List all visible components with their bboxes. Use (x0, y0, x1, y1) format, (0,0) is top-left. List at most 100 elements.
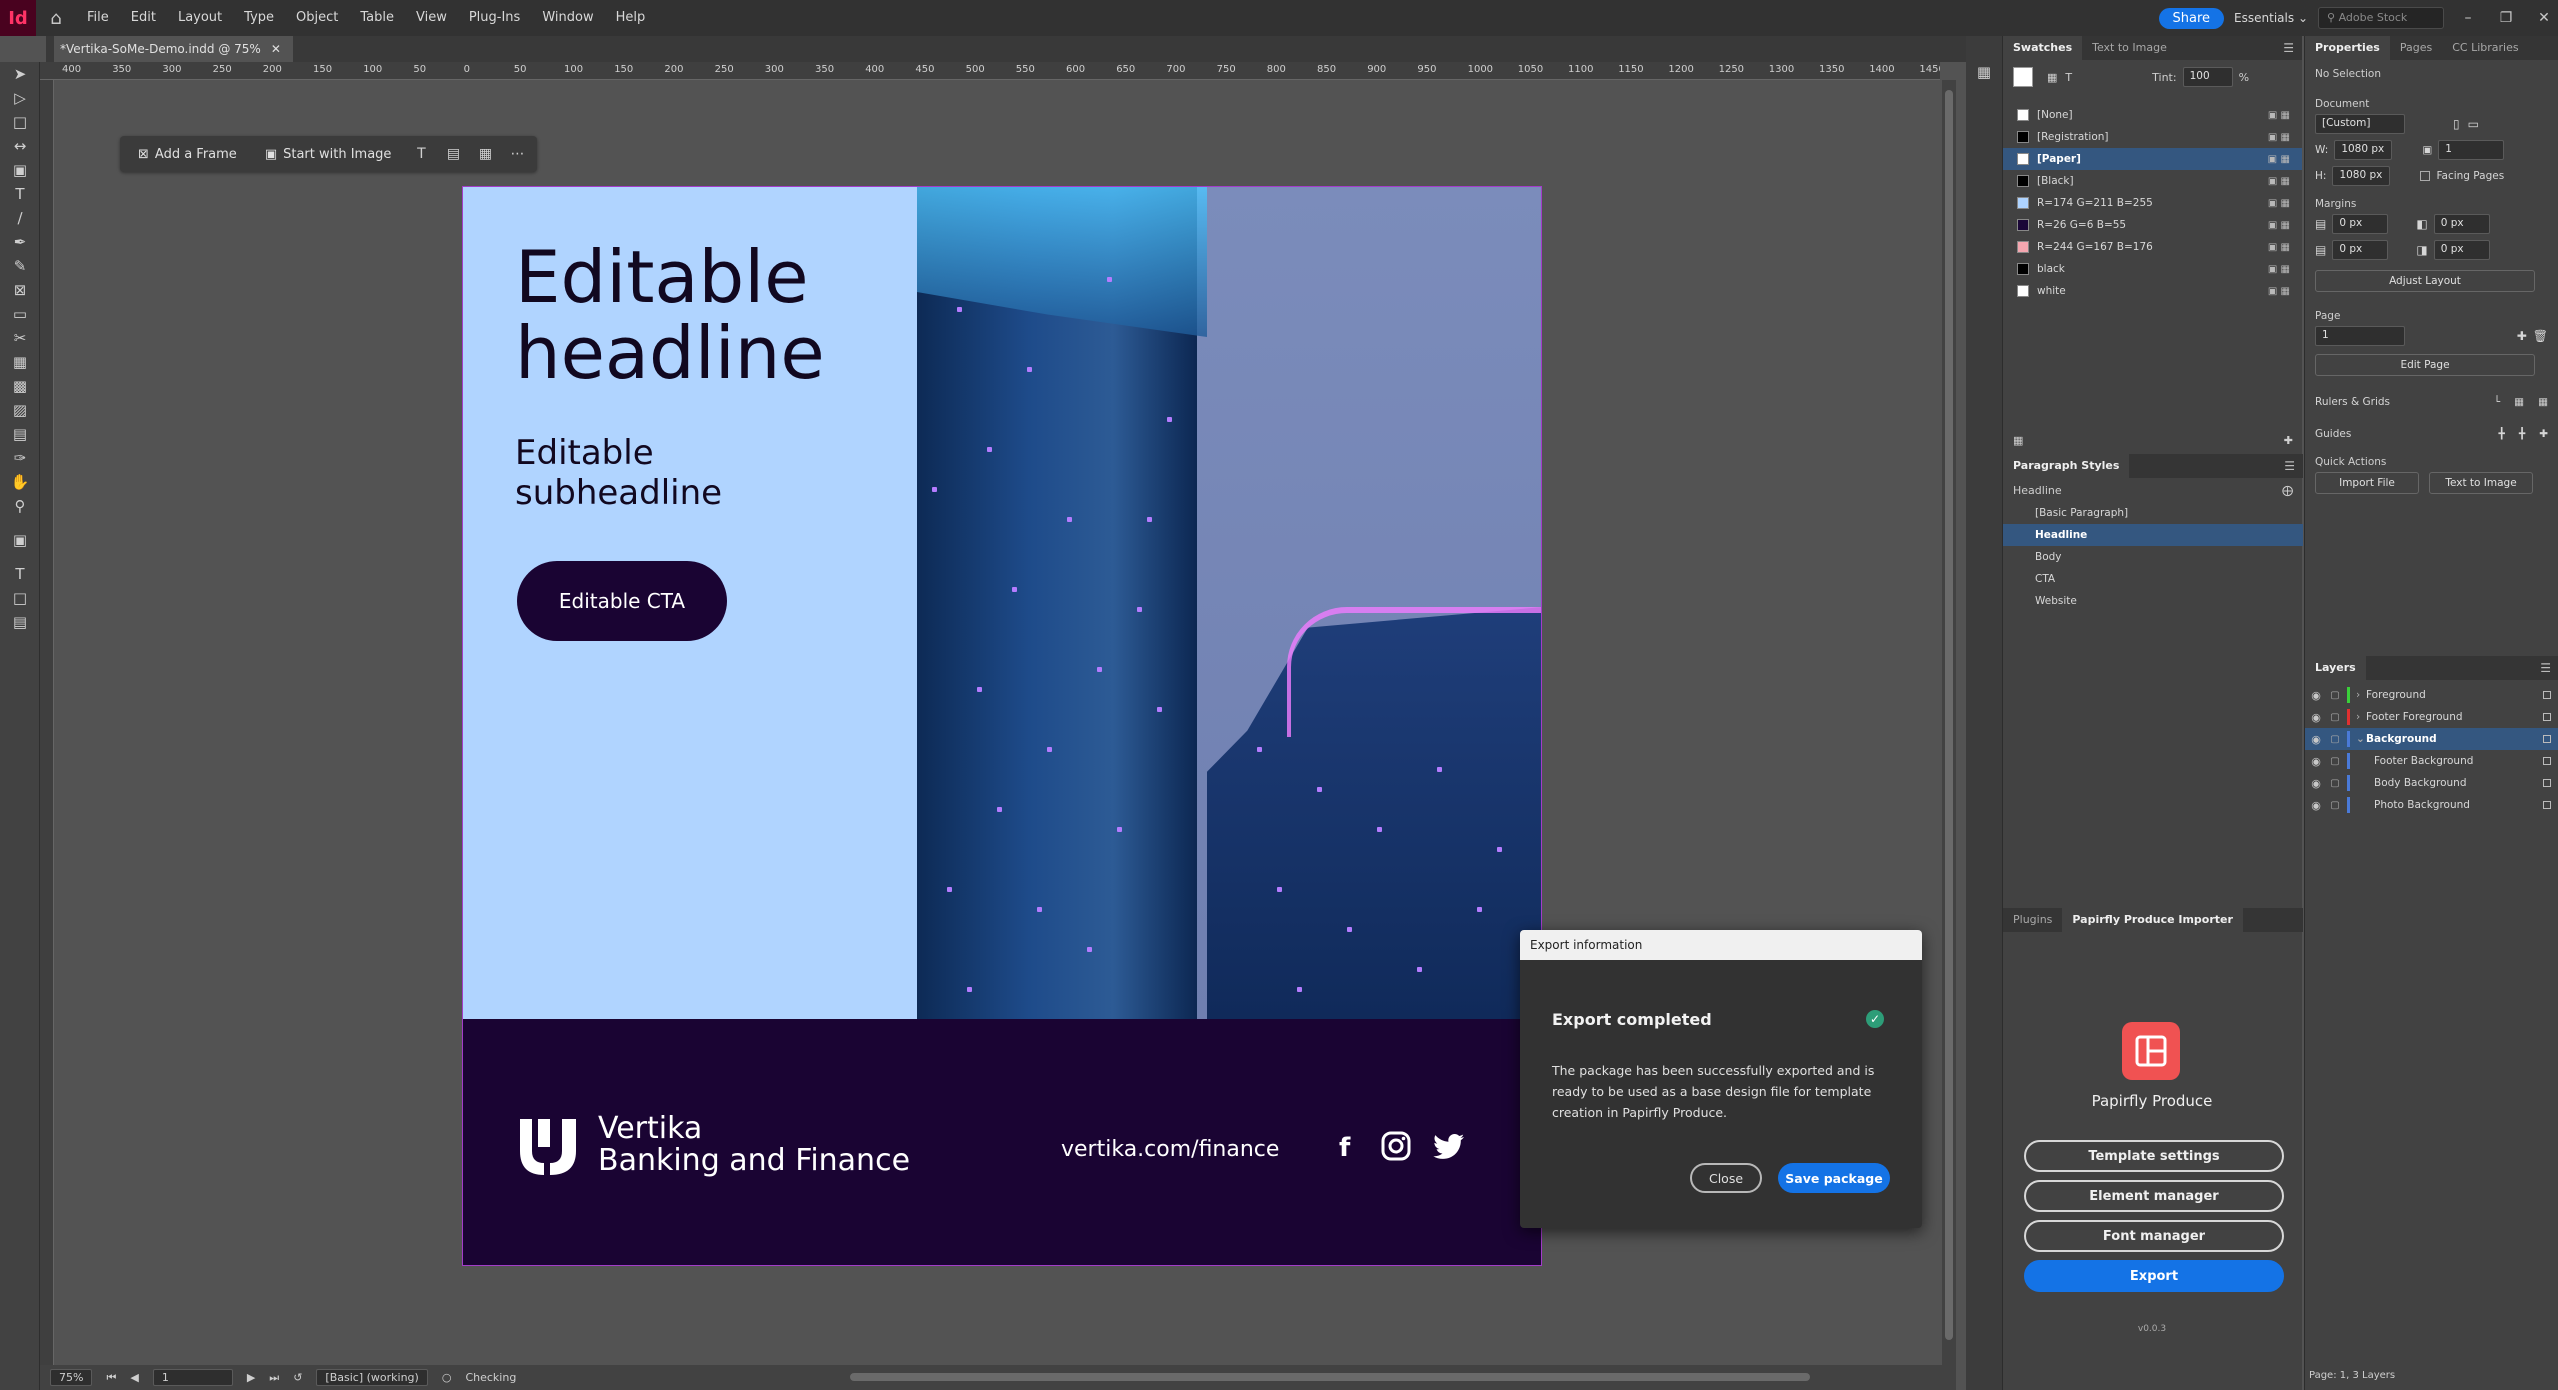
margin-top-field[interactable]: 0 px (2332, 214, 2389, 234)
margin-right-field[interactable]: 0 px (2433, 240, 2490, 260)
subheadline-text-frame[interactable]: Editable subheadline (515, 433, 722, 513)
tab-paragraph-styles[interactable]: Paragraph Styles (2003, 454, 2130, 478)
last-page-icon[interactable]: ⏭ (269, 1371, 279, 1385)
tab-cc-libraries[interactable]: CC Libraries (2442, 36, 2528, 60)
minimize-icon[interactable]: – (2454, 10, 2482, 26)
adjust-layout-button[interactable]: Adjust Layout (2315, 270, 2535, 292)
text-frame-icon[interactable]: T (409, 146, 433, 162)
tint-field[interactable]: 100 (2182, 67, 2233, 87)
tab-papirfly-importer[interactable]: Papirfly Produce Importer (2062, 908, 2243, 932)
swatch-row[interactable]: [Registration] ▣ ▦ (2003, 126, 2302, 148)
baseline-grid-icon[interactable]: ▦ (2514, 396, 2524, 408)
menu-plugins[interactable]: Plug-Ins (458, 0, 531, 36)
first-page-icon[interactable]: ⏮ (106, 1371, 116, 1385)
share-button[interactable]: Share (2158, 7, 2225, 29)
height-field[interactable]: 1080 px (2332, 166, 2391, 186)
page-select[interactable]: 1 (2315, 326, 2405, 346)
rectangle-frame-tool-icon[interactable]: ⊠ (0, 278, 40, 302)
swatch-row[interactable]: [None] ▣ ▦ (2003, 104, 2302, 126)
paragraph-style-item[interactable]: CTA (2003, 568, 2303, 590)
type-tool-icon[interactable]: T (0, 182, 40, 206)
formatting-icon[interactable]: T (0, 562, 40, 586)
line-tool-icon[interactable]: ∕ (0, 206, 40, 230)
hand-tool-icon[interactable]: ✋ (0, 470, 40, 494)
font-manager-button[interactable]: Font manager (2024, 1220, 2284, 1252)
new-style-from-icon[interactable]: ⨁ (2282, 484, 2293, 497)
orientation-landscape-icon[interactable]: ▭ (2468, 117, 2479, 131)
layer-row[interactable]: ◉ ▢ ⌄ Background (2305, 728, 2558, 750)
menu-file[interactable]: File (76, 0, 120, 36)
close-button[interactable]: Close (1690, 1163, 1762, 1193)
more-options-icon[interactable]: ⋯ (505, 146, 529, 162)
screen-mode-icon[interactable]: □ (0, 586, 40, 610)
menu-object[interactable]: Object (285, 0, 349, 36)
visibility-eye-icon[interactable]: ◉ (2305, 777, 2327, 790)
visibility-eye-icon[interactable]: ◉ (2305, 689, 2327, 702)
visibility-eye-icon[interactable]: ◉ (2305, 733, 2327, 746)
layer-row[interactable]: ◉ ▢ Photo Background (2305, 794, 2558, 816)
pen-tool-icon[interactable]: ✒ (0, 230, 40, 254)
content-collector-icon[interactable]: ▣ (0, 158, 40, 182)
menu-window[interactable]: Window (531, 0, 604, 36)
tab-plugins[interactable]: Plugins (2003, 908, 2062, 932)
collapsed-panel-icon[interactable]: ▦ (1966, 60, 2002, 84)
edit-page-button[interactable]: Edit Page (2315, 354, 2535, 376)
panel-menu-icon[interactable]: ☰ (2283, 41, 2294, 55)
visibility-eye-icon[interactable]: ◉ (2305, 799, 2327, 812)
visibility-eye-icon[interactable]: ◉ (2305, 711, 2327, 724)
swatch-row[interactable]: [Paper] ▣ ▦ (2003, 148, 2302, 170)
pencil-tool-icon[interactable]: ✎ (0, 254, 40, 278)
workspace-switcher[interactable]: Essentials ⌄ (2234, 11, 2308, 25)
lock-icon[interactable]: ▢ (2327, 800, 2343, 811)
menu-help[interactable]: Help (605, 0, 657, 36)
swatch-row[interactable]: R=244 G=167 B=176 ▣ ▦ (2003, 236, 2302, 258)
gradient-feather-tool-icon[interactable]: ▨ (0, 398, 40, 422)
smart-guides-icon[interactable]: ╋ (2519, 428, 2525, 440)
open-page-icon[interactable]: ↺ (293, 1371, 302, 1384)
element-manager-button[interactable]: Element manager (2024, 1180, 2284, 1212)
menu-type[interactable]: Type (233, 0, 285, 36)
preflight-status[interactable]: Checking (465, 1371, 516, 1384)
orientation-portrait-icon[interactable]: ▯ (2453, 117, 2460, 131)
home-icon[interactable]: ⌂ (36, 0, 76, 36)
panel-menu-icon[interactable]: ☰ (2284, 459, 2295, 473)
layer-target-icon[interactable] (2543, 757, 2551, 765)
vertical-scrollbar[interactable] (1942, 80, 1956, 1365)
menu-table[interactable]: Table (349, 0, 405, 36)
layer-target-icon[interactable] (2543, 779, 2551, 787)
layer-target-icon[interactable] (2543, 801, 2551, 809)
expand-chevron-icon[interactable]: › (2356, 711, 2366, 723)
new-swatch-icon[interactable]: ✚ (2284, 434, 2293, 447)
view-mode-icon[interactable]: ▤ (0, 610, 40, 634)
template-settings-button[interactable]: Template settings (2024, 1140, 2284, 1172)
document-grid-icon[interactable]: ▦ (2538, 396, 2548, 408)
tab-pages[interactable]: Pages (2390, 36, 2442, 60)
show-kinds-icon[interactable]: ▦ (2013, 434, 2023, 447)
direct-selection-tool-icon[interactable]: ▷ (0, 86, 40, 110)
paragraph-style-item[interactable]: Headline (2003, 524, 2303, 546)
ruler-icon[interactable]: └ (2494, 396, 2500, 408)
swatch-row[interactable]: R=174 G=211 B=255 ▣ ▦ (2003, 192, 2302, 214)
scissors-tool-icon[interactable]: ✂ (0, 326, 40, 350)
tab-properties[interactable]: Properties (2305, 36, 2390, 60)
menu-view[interactable]: View (405, 0, 458, 36)
margin-bottom-field[interactable]: 0 px (2332, 240, 2389, 260)
artboard-page[interactable]: Editable headline Editable subheadline E… (462, 186, 1542, 1266)
layer-target-icon[interactable] (2543, 735, 2551, 743)
selection-tool-icon[interactable]: ➤ (0, 62, 40, 86)
stroke-icon[interactable]: ▦ (2047, 71, 2057, 84)
paragraph-style-item[interactable]: Body (2003, 546, 2303, 568)
swatch-row[interactable]: white ▣ ▦ (2003, 280, 2302, 302)
cta-button-frame[interactable]: Editable CTA (517, 561, 727, 641)
margin-left-field[interactable]: 0 px (2433, 214, 2490, 234)
visibility-eye-icon[interactable]: ◉ (2305, 755, 2327, 768)
layer-row[interactable]: ◉ ▢ Body Background (2305, 772, 2558, 794)
start-with-image-button[interactable]: ▣ Start with Image (255, 143, 402, 166)
fill-stroke-icon[interactable]: ▣ (0, 518, 40, 562)
paragraph-style-item[interactable]: Website (2003, 590, 2303, 612)
page-number-field[interactable]: 1 (152, 1369, 233, 1386)
swatch-row[interactable]: [Black] ▣ ▦ (2003, 170, 2302, 192)
document-preset-select[interactable]: [Custom] (2315, 114, 2405, 134)
fill-color-icon[interactable] (2013, 67, 2033, 87)
add-frame-button[interactable]: ⊠ Add a Frame (128, 143, 247, 166)
